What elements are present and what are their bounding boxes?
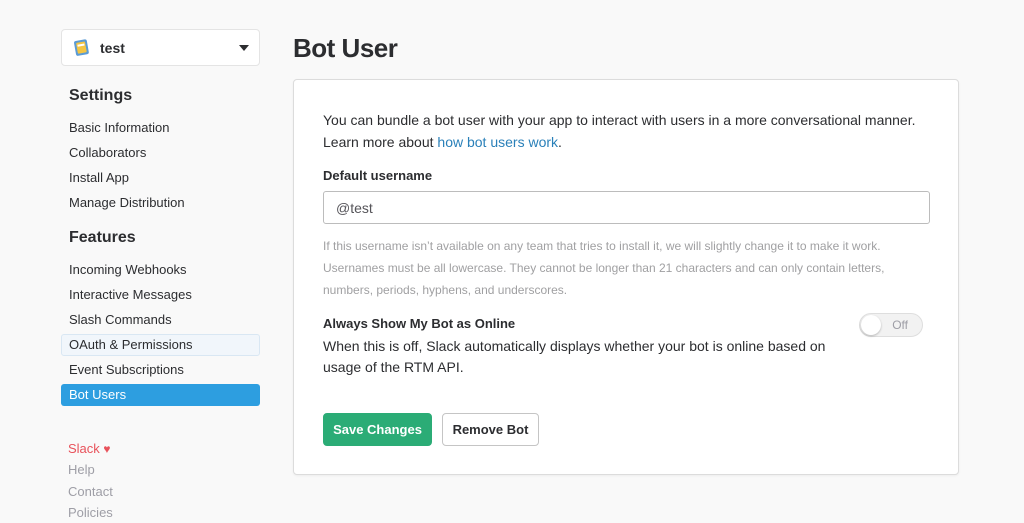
sidebar-item-interactive-messages[interactable]: Interactive Messages [61, 284, 260, 306]
bot-users-docs-link[interactable]: how bot users work [437, 134, 558, 150]
slack-link-label: Slack [68, 441, 100, 456]
sidebar-item-incoming-webhooks[interactable]: Incoming Webhooks [61, 259, 260, 281]
save-changes-button[interactable]: Save Changes [323, 413, 432, 446]
online-description: When this is off, Slack automatically di… [323, 338, 826, 375]
username-hint: If this username isn’t available on any … [323, 239, 885, 297]
username-input[interactable] [323, 191, 930, 224]
contact-link[interactable]: Contact [68, 484, 113, 499]
page-title: Bot User [293, 33, 398, 63]
app-picker[interactable]: test [61, 29, 260, 66]
intro-period: . [558, 134, 562, 150]
sidebar-item-oauth-permissions[interactable]: OAuth & Permissions [61, 334, 260, 356]
toggle-knob [861, 315, 881, 335]
intro-text: You can bundle a bot user with your app … [323, 109, 933, 153]
chevron-down-icon [239, 44, 249, 51]
policies-link[interactable]: Policies [68, 505, 113, 520]
app-icon [72, 38, 92, 58]
online-title: Always Show My Bot as Online [323, 316, 516, 331]
features-heading: Features [69, 229, 136, 246]
intro-body: You can bundle a bot user with your app … [323, 112, 916, 150]
username-label: Default username [323, 168, 433, 183]
remove-bot-button[interactable]: Remove Bot [442, 413, 539, 446]
sidebar-item-install-app[interactable]: Install App [61, 167, 260, 189]
app-name: test [100, 39, 125, 56]
bot-user-card: You can bundle a bot user with your app … [293, 79, 959, 475]
heart-icon: ♥ [103, 442, 111, 456]
sidebar-item-collaborators[interactable]: Collaborators [61, 142, 260, 164]
settings-heading: Settings [69, 87, 133, 104]
sidebar-item-manage-distribution[interactable]: Manage Distribution [61, 192, 260, 214]
help-link[interactable]: Help [68, 462, 95, 477]
sidebar-item-basic-information[interactable]: Basic Information [61, 117, 260, 139]
toggle-label: Off [892, 318, 908, 332]
sidebar-item-slash-commands[interactable]: Slash Commands [61, 309, 260, 331]
sidebar-item-event-subscriptions[interactable]: Event Subscriptions [61, 359, 260, 381]
sidebar-item-bot-users[interactable]: Bot Users [61, 384, 260, 406]
always-online-toggle[interactable]: Off [859, 313, 923, 337]
slack-link[interactable]: Slack ♥ [68, 441, 111, 456]
